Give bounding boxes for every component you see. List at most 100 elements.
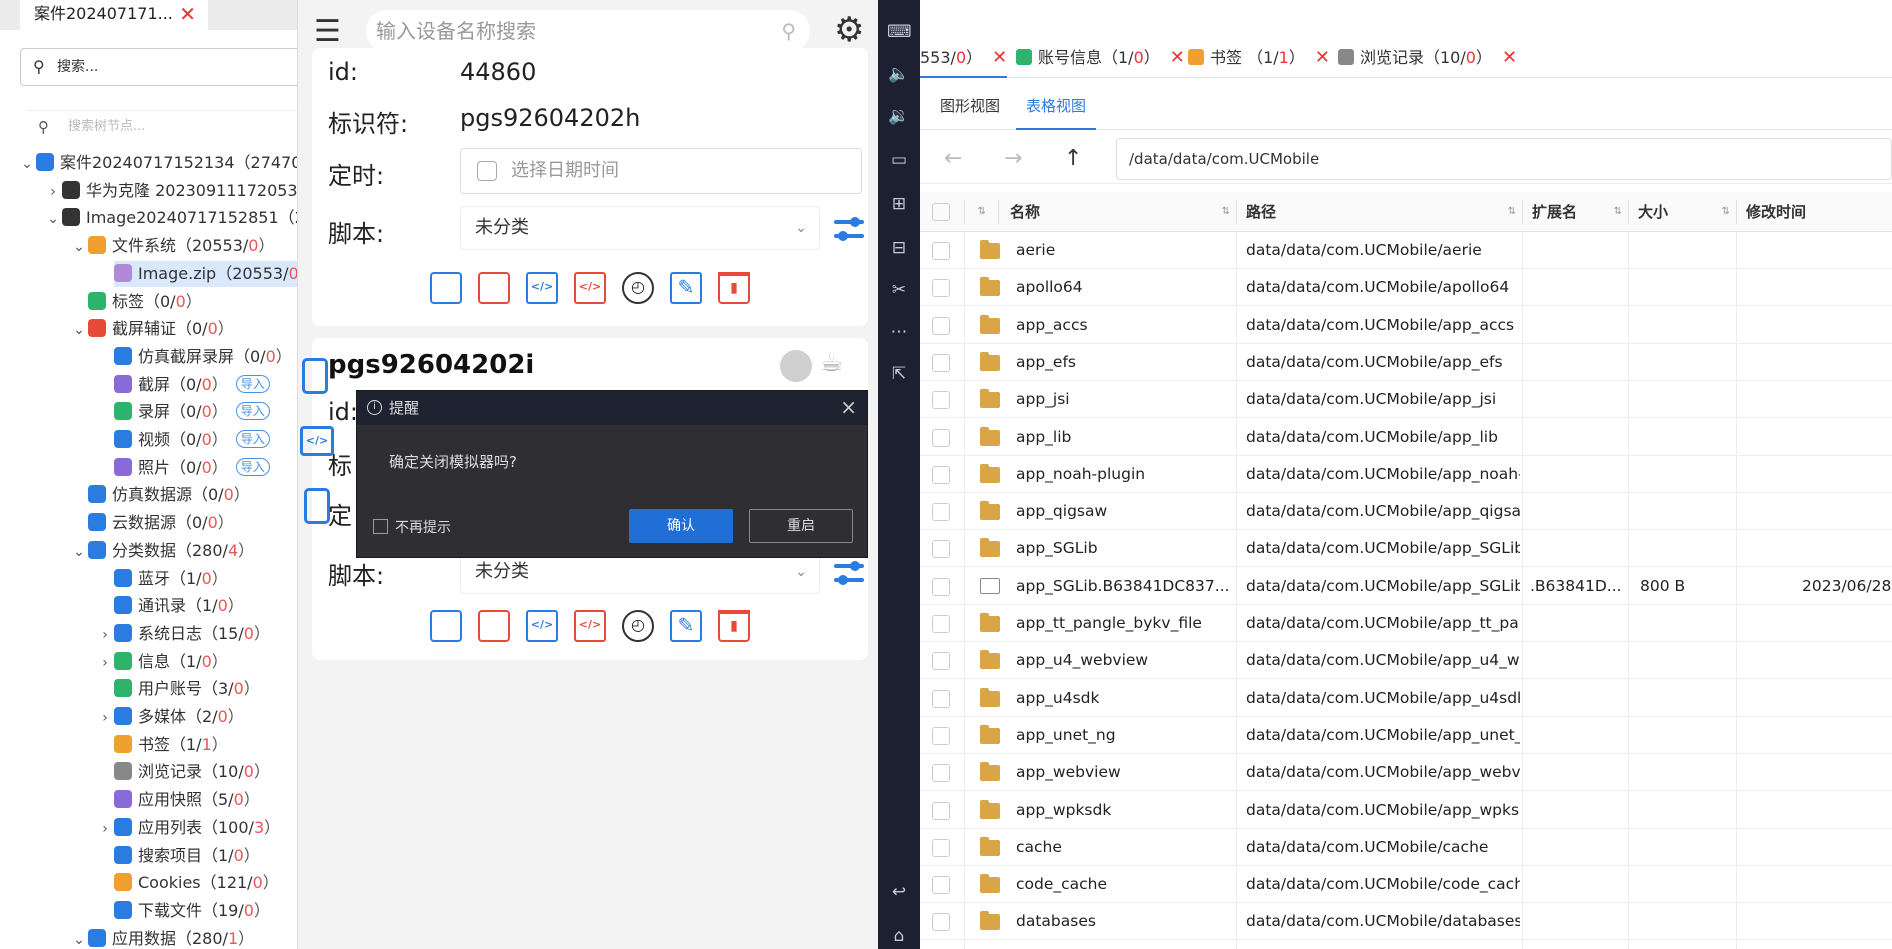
trash-icon[interactable]: ▮ — [718, 272, 750, 304]
install-icon[interactable]: ⊞ — [887, 192, 911, 216]
case-tab[interactable]: 案件202407171... ✕ — [20, 0, 208, 30]
tree-node[interactable]: 标签（0/0） — [88, 289, 202, 315]
tree-node[interactable]: 浏览记录（10/0） — [114, 759, 270, 785]
gear-icon[interactable]: ⚙ — [834, 10, 864, 50]
checkbox-icon[interactable] — [373, 519, 388, 534]
tree-node[interactable]: 蓝牙（1/0） — [114, 566, 228, 592]
more-icon[interactable]: ⋯ — [887, 320, 911, 344]
sort-icon[interactable]: ⇅ — [970, 192, 992, 232]
row-checkbox[interactable] — [932, 838, 950, 857]
row-checkbox[interactable] — [932, 316, 950, 335]
volume-up-icon[interactable]: 🔈 — [887, 62, 911, 86]
table-row[interactable]: app_accs data/data/com.UCMobile/app_accs — [920, 307, 1892, 344]
tree-node[interactable]: ⌄ 案件20240717152134（27470/ — [18, 150, 297, 177]
tree-node[interactable]: 书签（1/1） — [114, 732, 228, 758]
settings-sliders-icon[interactable] — [832, 212, 866, 246]
row-checkbox[interactable] — [932, 726, 950, 745]
tree-node[interactable]: › 多媒体（2/0） — [96, 704, 244, 730]
lock-icon[interactable]: ⊟ — [887, 236, 911, 260]
menu-icon[interactable]: ☰ — [314, 14, 341, 49]
code-icon[interactable]: </> — [526, 272, 558, 304]
volume-down-icon[interactable]: 🔉 — [887, 104, 911, 128]
column-size[interactable]: 大小 ⇅ — [1638, 192, 1736, 232]
chevron-right-icon[interactable]: › — [44, 179, 62, 205]
forward-arrow-icon[interactable]: → — [1004, 146, 1022, 171]
row-checkbox[interactable] — [932, 913, 950, 932]
tree-node[interactable]: 截屏（0/0） 导入 — [114, 372, 270, 398]
tree-node[interactable]: ⌄ 分类数据（280/4） — [70, 538, 254, 564]
row-checkbox[interactable] — [932, 801, 950, 820]
import-button[interactable]: 导入 — [235, 402, 270, 421]
tree-node[interactable]: 照片（0/0） 导入 — [114, 455, 270, 481]
timer-icon[interactable]: ◴ — [622, 610, 654, 642]
column-modified-time[interactable]: 修改时间 — [1746, 192, 1892, 232]
table-row[interactable]: app_webview data/data/com.UCMobile/app_we… — [920, 754, 1892, 792]
tree-node[interactable]: 仿真数据源（0/0） — [88, 482, 250, 508]
tab-graph-view[interactable]: 图形视图 — [938, 86, 1002, 130]
scissors-icon[interactable]: ✂ — [887, 278, 911, 302]
code-stop-icon[interactable]: </> — [574, 272, 606, 304]
select-all-checkbox[interactable] — [932, 203, 950, 221]
chevron-down-icon[interactable]: ⌄ — [18, 151, 36, 177]
back-icon[interactable]: ↩ — [887, 880, 911, 904]
table-row[interactable]: apollo64 data/data/com.UCMobile/apollo64 — [920, 269, 1892, 307]
row-checkbox[interactable] — [932, 353, 950, 372]
chevron-right-icon[interactable]: › — [96, 622, 114, 648]
row-checkbox[interactable] — [932, 428, 950, 447]
tree-node[interactable]: 视频（0/0） 导入 — [114, 427, 270, 453]
close-icon[interactable]: ✕ — [992, 47, 1007, 68]
tree-node[interactable]: 应用快照（5/0） — [114, 787, 260, 813]
column-extension[interactable]: 扩展名 ⇅ — [1532, 192, 1628, 232]
tree-node[interactable]: 云数据源（0/0） — [88, 510, 234, 536]
tree-node[interactable]: › 信息（1/0） — [96, 649, 228, 675]
close-icon[interactable]: ✕ — [179, 0, 196, 28]
tree-node[interactable]: › 应用列表（100/3） — [96, 815, 280, 841]
chevron-down-icon[interactable]: ⌄ — [70, 927, 88, 949]
tree-node[interactable]: 仿真截屏录屏（0/0） — [114, 344, 292, 370]
table-row[interactable]: app_wpksdk data/data/com.UCMobile/app_wpk… — [920, 792, 1892, 829]
table-row[interactable]: app_jsi data/data/com.UCMobile/app_jsi — [920, 381, 1892, 419]
table-row[interactable]: app_SGLib.B63841DC837... data/data/com.UC… — [920, 568, 1892, 605]
confirm-button[interactable]: 确认 — [629, 509, 733, 543]
edit-icon[interactable]: ✎ — [670, 272, 702, 304]
tree-node[interactable]: 录屏（0/0） 导入 — [114, 399, 270, 425]
chevron-down-icon[interactable]: ⌄ — [70, 317, 88, 343]
close-icon[interactable]: ✕ — [1502, 47, 1517, 68]
datetime-picker[interactable]: 选择日期时间 — [460, 148, 862, 194]
tree-node[interactable]: › 华为克隆 20230911172053 — [44, 178, 297, 205]
tree-node[interactable]: Cookies（121/0） — [114, 870, 279, 896]
row-checkbox[interactable] — [932, 279, 950, 298]
tree-node[interactable]: › 系统日志（15/0） — [96, 621, 270, 647]
import-button[interactable]: 导入 — [235, 374, 270, 393]
close-icon[interactable]: ✕ — [1170, 47, 1185, 68]
edit-icon[interactable]: ✎ — [670, 610, 702, 642]
result-tab[interactable]: 账号信息（1/0） ✕ — [1016, 38, 1185, 78]
table-row[interactable]: app_u4sdk data/data/com.UCMobile/app_u4sd… — [920, 680, 1892, 717]
settings-sliders-icon[interactable] — [832, 556, 866, 590]
home-icon[interactable]: ⌂ — [887, 924, 911, 948]
case-search-input[interactable]: ⚲ 搜索... — [20, 48, 297, 86]
tree-search-input[interactable]: ⚲ 搜索树节点... — [26, 110, 297, 142]
table-row[interactable]: app_noah-plugin data/data/com.UCMobile/ap… — [920, 456, 1892, 493]
keyboard-icon[interactable]: ⌨ — [887, 20, 912, 44]
dont-show-again-checkbox[interactable]: 不再提示 — [373, 517, 451, 537]
table-row[interactable]: app_qigsaw data/data/com.UCMobile/app_qig… — [920, 493, 1892, 531]
tab-table-view[interactable]: 表格视图 — [1016, 86, 1097, 130]
table-row[interactable]: app_unet_ng data/data/com.UCMobile/app_un… — [920, 717, 1892, 754]
tree-node[interactable]: 用户账号（3/0） — [114, 676, 260, 702]
row-checkbox[interactable] — [932, 689, 950, 708]
device-search-input[interactable]: 输入设备名称搜索 ⚲ — [366, 10, 810, 52]
start-script-icon[interactable] — [430, 610, 462, 642]
row-checkbox[interactable] — [932, 503, 950, 522]
back-arrow-icon[interactable]: ← — [944, 146, 962, 171]
result-tab[interactable]: 553/0） ✕ — [920, 38, 1008, 78]
result-tab[interactable]: 浏览记录（10/0） ✕ — [1338, 38, 1517, 78]
column-name[interactable]: 名称 ⇅ — [1010, 192, 1236, 232]
phone-icon[interactable] — [302, 358, 328, 394]
external-link-icon[interactable]: ⇱ — [887, 362, 911, 386]
row-checkbox[interactable] — [932, 764, 950, 783]
table-row[interactable]: app_SGLib data/data/com.UCMobile/app_SGLi… — [920, 530, 1892, 568]
chevron-down-icon[interactable]: ⌄ — [44, 206, 62, 232]
chevron-right-icon[interactable]: › — [96, 705, 114, 731]
table-row[interactable]: code_cache data/data/com.UCMobile/code_ca… — [920, 866, 1892, 904]
